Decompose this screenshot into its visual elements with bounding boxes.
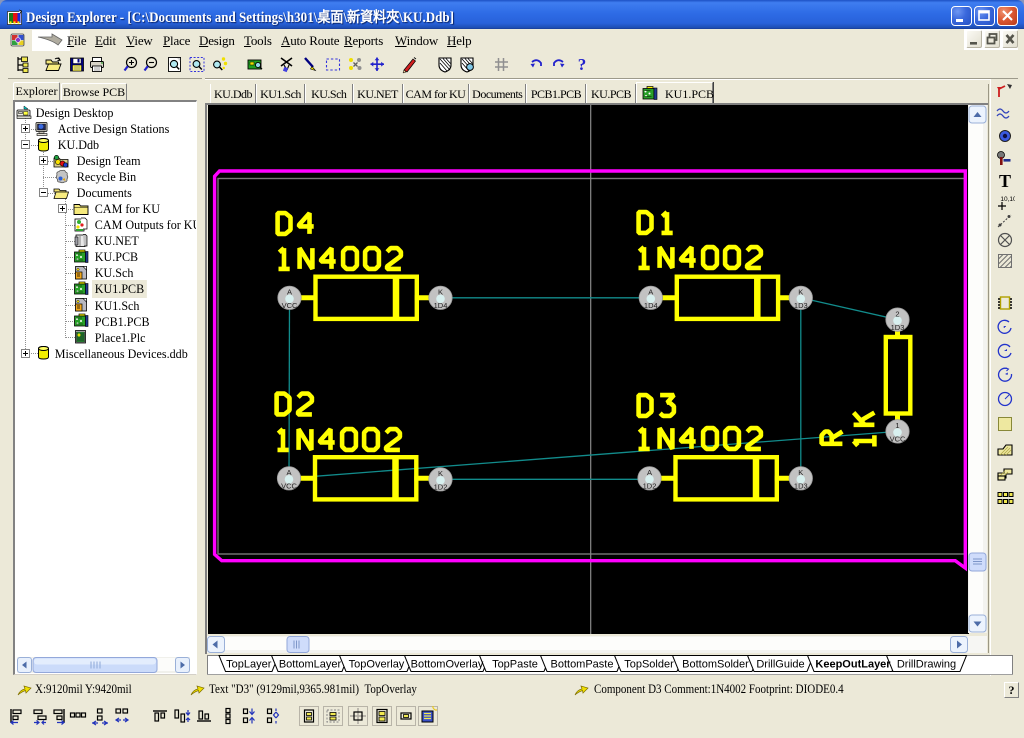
svg-text:TopOverlay: TopOverlay [349, 659, 405, 671]
svg-text:1D2: 1D2 [642, 482, 656, 491]
svg-text:2: 2 [895, 309, 899, 318]
svg-text:K: K [437, 469, 442, 478]
svg-text:TopLayer: TopLayer [226, 659, 272, 671]
svg-text:KeepOutLayer: KeepOutLayer [815, 659, 891, 671]
svg-text:A: A [286, 468, 291, 477]
svg-text:1D3: 1D3 [890, 323, 904, 332]
svg-text:A: A [646, 468, 651, 477]
svg-text:10,10: 10,10 [1000, 196, 1015, 203]
svg-text:VCC: VCC [889, 435, 905, 444]
svg-text:1D3: 1D3 [793, 482, 807, 491]
svg-text:K: K [437, 288, 442, 297]
svg-text:K: K [798, 468, 803, 477]
svg-text:VCC: VCC [281, 301, 297, 310]
svg-text:1D3: 1D3 [793, 301, 807, 310]
svg-text:VCC: VCC [281, 482, 297, 491]
svg-text:BottomPaste: BottomPaste [551, 659, 614, 671]
svg-text:1D2: 1D2 [433, 483, 447, 492]
svg-text:TopSolder: TopSolder [624, 659, 674, 671]
svg-text:BottomOverlay: BottomOverlay [411, 659, 484, 671]
svg-text:A: A [286, 288, 291, 297]
svg-text:A: A [648, 288, 653, 297]
svg-text:1D4: 1D4 [433, 301, 447, 310]
svg-text:BottomSolder: BottomSolder [682, 659, 749, 671]
svg-text:?: ? [578, 56, 587, 74]
svg-text:1D4: 1D4 [643, 301, 657, 310]
svg-text:T: T [999, 171, 1011, 191]
svg-text:TopPaste: TopPaste [492, 659, 538, 671]
svg-text:DrillGuide: DrillGuide [756, 659, 804, 671]
svg-text:BottomLayer: BottomLayer [279, 659, 342, 671]
svg-text:DrillDrawing: DrillDrawing [897, 659, 956, 671]
svg-text:1: 1 [895, 421, 899, 430]
svg-text:K: K [798, 288, 803, 297]
